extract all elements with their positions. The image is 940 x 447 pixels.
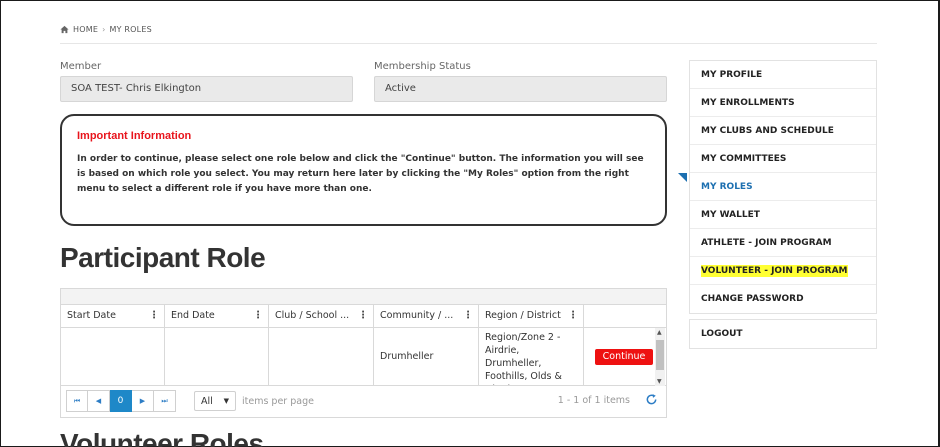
- menu-item-label: MY WALLET: [701, 210, 760, 220]
- menu-item-label: VOLUNTEER - JOIN PROGRAM: [701, 265, 848, 277]
- column-region-label: Region / District: [485, 310, 561, 321]
- menu-item-label: MY CLUBS AND SCHEDULE: [701, 126, 834, 136]
- continue-button[interactable]: Continue: [595, 348, 653, 365]
- pager-info: 1 - 1 of 1 items: [557, 395, 630, 406]
- column-start-date-label: Start Date: [67, 310, 116, 321]
- side-menu: MY PROFILE MY ENROLLMENTS MY CLUBS AND S…: [678, 60, 877, 314]
- menu-item-my-roles[interactable]: MY ROLES: [678, 173, 876, 201]
- menu-item-label: LOGOUT: [701, 329, 743, 339]
- last-page-button[interactable]: ⏭: [154, 390, 176, 412]
- important-info-box: Important Information In order to contin…: [60, 114, 667, 226]
- vertical-scrollbar[interactable]: ▲ ▼: [655, 328, 665, 386]
- breadcrumb: HOME › MY ROLES: [60, 25, 152, 34]
- items-per-page-label: items per page: [242, 395, 314, 407]
- table-row: Drumheller Region/Zone 2 - Airdrie, Drum…: [61, 328, 666, 386]
- volunteer-roles-title: Volunteer Roles: [60, 428, 264, 447]
- home-icon[interactable]: [60, 25, 69, 34]
- refresh-icon[interactable]: [645, 393, 658, 406]
- chevron-down-icon: ▼: [223, 397, 229, 405]
- last-page-icon: ⏭: [161, 396, 168, 405]
- column-region[interactable]: Region / District ⋮: [479, 305, 584, 327]
- column-community[interactable]: Community / ... ⋮: [374, 305, 479, 327]
- menu-item-my-clubs-and-schedule[interactable]: MY CLUBS AND SCHEDULE: [690, 117, 876, 145]
- first-page-icon: ⏮: [73, 396, 81, 405]
- next-page-button[interactable]: ▶: [132, 390, 154, 412]
- member-field: SOA TEST- Chris Elkington: [60, 76, 353, 102]
- breadcrumb-current: MY ROLES: [109, 25, 152, 34]
- menu-item-my-committees[interactable]: MY COMMITTEES: [690, 145, 876, 173]
- participant-role-title: Participant Role: [60, 242, 266, 273]
- grid-toolbar: [61, 289, 666, 305]
- column-club-label: Club / School ...: [275, 310, 350, 321]
- menu-item-my-wallet[interactable]: MY WALLET: [690, 201, 876, 229]
- cell-end-date: [165, 328, 269, 385]
- items-per-page-select[interactable]: All ▼: [194, 391, 236, 411]
- current-page-number: 0: [117, 396, 124, 406]
- menu-item-label: MY ROLES: [701, 182, 753, 192]
- participant-role-grid: Start Date ⋮ End Date ⋮ Club / School ..…: [60, 288, 667, 418]
- cell-community: Drumheller: [374, 328, 479, 385]
- grid-pager: ⏮ ◀ 0 ▶ ⏭ All ▼ items per page 1 - 1 of …: [61, 386, 666, 416]
- menu-item-label: MY COMMITTEES: [701, 154, 787, 164]
- current-page-button[interactable]: 0: [110, 390, 132, 412]
- column-end-date[interactable]: End Date ⋮: [165, 305, 269, 327]
- breadcrumb-home[interactable]: HOME: [73, 25, 98, 34]
- menu-item-change-password[interactable]: CHANGE PASSWORD: [690, 285, 876, 313]
- prev-page-button[interactable]: ◀: [88, 390, 110, 412]
- menu-item-label: CHANGE PASSWORD: [701, 294, 804, 304]
- active-indicator-icon: [678, 173, 687, 182]
- grid-header: Start Date ⋮ End Date ⋮ Club / School ..…: [61, 305, 666, 328]
- member-label: Member: [60, 61, 102, 72]
- menu-item-athlete-join-program[interactable]: ATHLETE - JOIN PROGRAM: [690, 229, 876, 257]
- membership-status-field: Active: [374, 76, 667, 102]
- menu-item-volunteer-join-program[interactable]: VOLUNTEER - JOIN PROGRAM: [690, 257, 876, 285]
- prev-page-icon: ◀: [95, 397, 102, 405]
- menu-item-label: MY ENROLLMENTS: [701, 98, 795, 108]
- menu-item-label: MY PROFILE: [701, 70, 763, 80]
- scroll-down-icon[interactable]: ▼: [657, 378, 662, 385]
- membership-status-label: Membership Status: [374, 61, 471, 72]
- column-action: [584, 305, 666, 327]
- divider: [60, 43, 877, 44]
- next-page-icon: ▶: [139, 397, 146, 405]
- column-end-date-label: End Date: [171, 310, 215, 321]
- scroll-up-icon[interactable]: ▲: [657, 329, 662, 336]
- cell-club: [269, 328, 374, 385]
- first-page-button[interactable]: ⏮: [66, 390, 88, 412]
- column-menu-icon[interactable]: ⋮: [463, 310, 473, 321]
- important-info-text: In order to continue, please select one …: [77, 154, 644, 194]
- menu-item-label: ATHLETE - JOIN PROGRAM: [701, 238, 832, 248]
- column-start-date[interactable]: Start Date ⋮: [61, 305, 165, 327]
- logout-menu: LOGOUT: [689, 319, 877, 349]
- column-club[interactable]: Club / School ... ⋮: [269, 305, 374, 327]
- important-info-title: Important Information: [77, 130, 192, 142]
- column-menu-icon[interactable]: ⋮: [253, 310, 263, 321]
- cell-start-date: [61, 328, 165, 385]
- cell-region: Region/Zone 2 - Airdrie, Drumheller, Foo…: [479, 328, 584, 385]
- menu-item-my-enrollments[interactable]: MY ENROLLMENTS: [690, 89, 876, 117]
- column-menu-icon[interactable]: ⋮: [568, 310, 578, 321]
- cell-action: Continue: [584, 328, 666, 385]
- column-menu-icon[interactable]: ⋮: [358, 310, 368, 321]
- column-menu-icon[interactable]: ⋮: [149, 310, 159, 321]
- column-community-label: Community / ...: [380, 310, 454, 321]
- breadcrumb-separator: ›: [102, 25, 106, 34]
- menu-item-my-profile[interactable]: MY PROFILE: [690, 61, 876, 89]
- menu-item-logout[interactable]: LOGOUT: [690, 320, 876, 348]
- scrollbar-thumb[interactable]: [656, 340, 664, 370]
- items-per-page-value: All: [201, 395, 213, 407]
